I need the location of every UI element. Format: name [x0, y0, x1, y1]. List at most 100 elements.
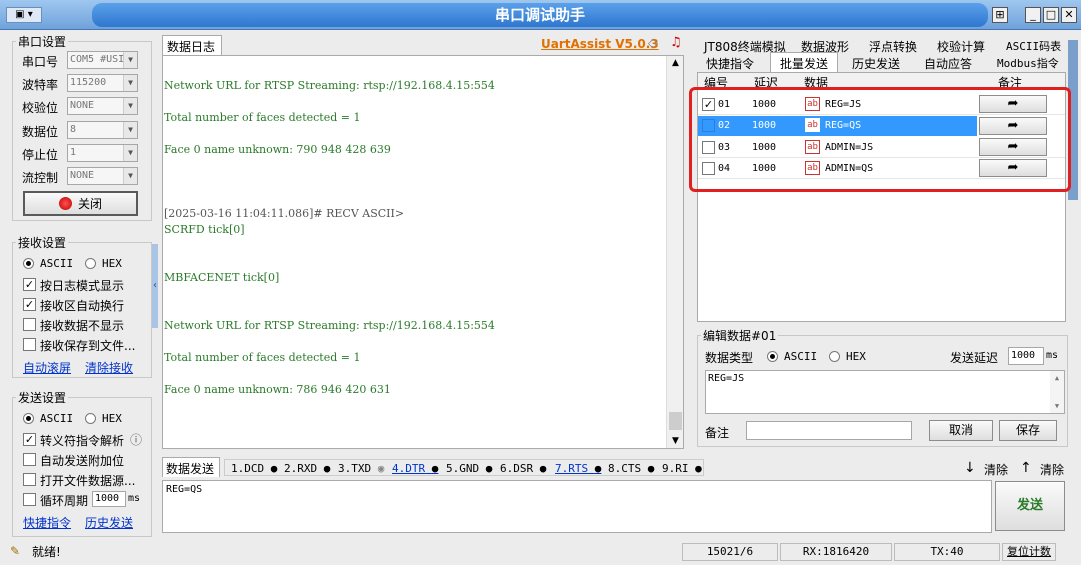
log-line: SCRFD tick[0]: [164, 223, 245, 236]
maximize-button[interactable]: □: [1043, 7, 1059, 23]
tab-checksum[interactable]: 校验计算: [937, 38, 985, 55]
tab-ascii-table[interactable]: ASCII码表: [1006, 38, 1061, 54]
append-bits-checkbox[interactable]: [23, 453, 36, 466]
tab-shortcut[interactable]: 快捷指令: [706, 55, 754, 72]
auto-scroll-link[interactable]: 自动滚屏: [23, 359, 71, 376]
history-link[interactable]: 历史发送: [85, 514, 133, 531]
shortcut-link[interactable]: 快捷指令: [23, 514, 71, 531]
group-title: 发送设置: [16, 389, 69, 406]
hide-receive-checkbox[interactable]: [23, 318, 36, 331]
tab-batch-send[interactable]: 批量发送: [770, 52, 838, 72]
receive-ascii-radio[interactable]: [23, 258, 34, 269]
collapse-panel-handle[interactable]: ‹: [152, 244, 158, 328]
tab-data-log[interactable]: 数据日志: [162, 35, 222, 55]
reset-count-button[interactable]: 复位计数: [1002, 543, 1056, 561]
send-delay-input[interactable]: 1000: [1008, 347, 1044, 365]
stopbits-select[interactable]: 1 ▼: [67, 144, 138, 162]
signal-led-icon: ●: [431, 462, 439, 475]
tab-float-convert[interactable]: 浮点转换: [869, 38, 917, 55]
close-port-button[interactable]: 关闭: [23, 191, 138, 216]
flow-label: 流控制: [22, 171, 59, 185]
textarea-scrollbar[interactable]: ▲ ▼: [1050, 371, 1064, 413]
system-menu-icon[interactable]: ▣ ▾: [6, 7, 42, 23]
auto-wrap-checkbox[interactable]: ✓: [23, 298, 36, 311]
cancel-button[interactable]: 取消: [929, 420, 993, 441]
info-icon[interactable]: ⓘ: [130, 431, 142, 448]
log-line: Face 0 name unknown: 786 946 420 631: [164, 383, 391, 396]
loop-period-label: 循环周期: [40, 494, 89, 508]
parity-value: NONE: [70, 100, 95, 111]
send-ascii-label: ASCII: [40, 412, 74, 425]
tab-history-send[interactable]: 历史发送: [852, 55, 900, 72]
group-title: 编辑数据#01: [701, 327, 779, 344]
signal-led-icon: ◉: [377, 462, 385, 475]
file-source-checkbox[interactable]: [23, 473, 36, 486]
log-scrollbar[interactable]: ▲ ▼: [666, 56, 683, 448]
edit-ascii-label: ASCII: [784, 350, 818, 363]
signal-gnd[interactable]: 5.GND ●: [446, 462, 492, 475]
send-input[interactable]: REG=QS: [162, 480, 992, 533]
receive-hex-radio[interactable]: [85, 258, 96, 269]
chevron-down-icon[interactable]: ▼: [667, 436, 684, 446]
status-tx: TX:40: [894, 543, 1000, 561]
save-to-file-checkbox[interactable]: [23, 338, 36, 351]
append-bits-label: 自动发送附加位: [40, 454, 125, 468]
save-to-file-label: 接收保存到文件...: [40, 339, 136, 353]
baud-select[interactable]: 115200 ▼: [67, 74, 138, 92]
escape-parse-checkbox[interactable]: ✓: [23, 433, 36, 446]
send-hex-radio[interactable]: [85, 413, 96, 424]
bell-icon[interactable]: ♫: [670, 35, 682, 50]
tab-auto-reply[interactable]: 自动应答: [924, 55, 972, 72]
tab-modbus[interactable]: Modbus指令: [997, 55, 1059, 71]
signal-label: 2.RXD: [284, 462, 318, 475]
signal-dtr[interactable]: 4.DTR ●: [392, 462, 438, 475]
log-line: Total number of faces detected = 1: [164, 111, 361, 124]
signal-ri[interactable]: 9.RI ●: [662, 462, 702, 475]
clear-receive-link[interactable]: 清除接收: [85, 359, 133, 376]
clear-all-link[interactable]: 清除: [1040, 461, 1064, 478]
chevron-down-icon: ▼: [123, 145, 137, 161]
loop-period-checkbox[interactable]: [23, 493, 36, 506]
loop-period-input[interactable]: 1000: [92, 491, 126, 507]
hide-receive-label: 接收数据不显示: [40, 319, 125, 333]
minimize-button[interactable]: _: [1025, 7, 1041, 23]
port-select[interactable]: COM5 #USI ▼: [67, 51, 138, 69]
send-button[interactable]: 发送: [995, 481, 1065, 531]
signal-cts[interactable]: 8.CTS ●: [608, 462, 654, 475]
edit-ascii-radio[interactable]: [767, 351, 778, 362]
scroll-thumb[interactable]: [669, 412, 682, 430]
signal-rxd[interactable]: 2.RXD ●: [284, 462, 330, 475]
chevron-up-icon[interactable]: ▲: [667, 58, 684, 68]
pin-icon[interactable]: ⊞: [992, 7, 1008, 23]
log-mode-checkbox[interactable]: ✓: [23, 278, 36, 291]
escape-parse-label: 转义符指令解析: [40, 434, 125, 448]
signal-label: 9.RI: [662, 462, 689, 475]
databits-label: 数据位: [22, 125, 59, 139]
ready-icon: ✎: [10, 544, 21, 558]
tab-data-send[interactable]: 数据发送: [162, 457, 220, 477]
edit-hex-radio[interactable]: [829, 351, 840, 362]
status-ready: 就绪!: [32, 545, 61, 559]
clear-down-icon[interactable]: ↓: [964, 460, 976, 476]
note-label: 备注: [705, 426, 730, 440]
signal-dcd[interactable]: 1.DCD ●: [231, 462, 277, 475]
clear-up-icon[interactable]: ↑: [1020, 460, 1032, 476]
stopbits-value: 1: [70, 147, 77, 158]
edit-data-textarea[interactable]: REG=JS ▲ ▼: [705, 370, 1065, 414]
parity-select[interactable]: NONE ▼: [67, 97, 138, 115]
clear-send-link[interactable]: 清除: [984, 461, 1008, 478]
signal-label: 6.DSR: [500, 462, 534, 475]
flow-select[interactable]: NONE ▼: [67, 167, 138, 185]
close-window-button[interactable]: ✕: [1061, 7, 1077, 23]
brand-link[interactable]: UartAssist V5.0.3: [541, 37, 659, 51]
loop-period-unit: ms: [128, 493, 141, 504]
save-button[interactable]: 保存: [999, 420, 1057, 441]
diamond-icon[interactable]: ◇: [648, 36, 658, 51]
send-ascii-radio[interactable]: [23, 413, 34, 424]
signal-dsr[interactable]: 6.DSR ●: [500, 462, 546, 475]
note-input[interactable]: [746, 421, 912, 440]
signal-rts[interactable]: 7.RTS ●: [555, 462, 601, 475]
signal-txd[interactable]: 3.TXD ◉: [338, 462, 384, 475]
highlight-box: [689, 87, 1071, 192]
databits-select[interactable]: 8 ▼: [67, 121, 138, 139]
